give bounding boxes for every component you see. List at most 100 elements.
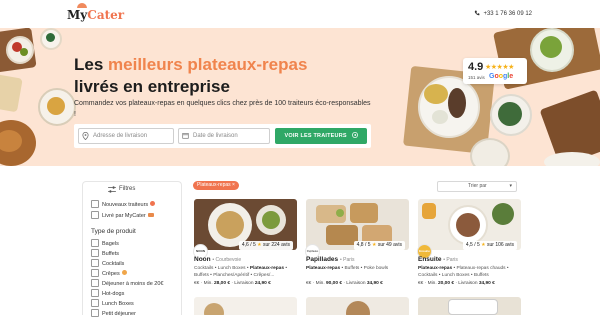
categories-highlight: Plateaux-repas	[249, 266, 285, 271]
star-icon: ★	[371, 242, 377, 248]
caterer-categories: Plateaux-repas • Plateaux-repas chauds •…	[418, 265, 521, 279]
filter-buffets[interactable]: Buffets	[91, 249, 119, 258]
see-caterers-label: VOIR LES TRAITEURS	[284, 133, 347, 139]
caterer-card-partial[interactable]	[418, 297, 521, 315]
food-detail	[336, 209, 344, 217]
filter-label: Cocktails	[102, 261, 125, 267]
checkbox[interactable]	[91, 239, 99, 247]
checkbox[interactable]	[91, 200, 99, 208]
caterer-city: • Paris	[339, 257, 355, 263]
categories-pre: Cocktails • Lunch Boxes •	[194, 266, 250, 271]
checkbox[interactable]	[91, 289, 99, 297]
rating-value: 4,6 / 5	[241, 242, 256, 248]
hero-banner: Les meilleurs plateaux-repas livrés en e…	[0, 28, 600, 166]
mycater-logo[interactable]: MyCater	[67, 3, 124, 22]
delivery-label: Livraison	[346, 281, 366, 286]
sort-select[interactable]: Trier par ▾	[437, 181, 517, 192]
food-detail	[422, 203, 436, 219]
review-count: sur 224 avis	[263, 242, 290, 248]
google-logo: Google	[489, 73, 514, 80]
food-detail	[424, 84, 448, 104]
price-level: €€	[306, 281, 312, 286]
filter-label: Hot-dogs	[102, 291, 125, 297]
checkbox[interactable]	[91, 269, 99, 277]
rating-count: 151 avis	[468, 75, 485, 80]
caterer-card-partial[interactable]	[306, 297, 409, 315]
checkbox[interactable]	[91, 259, 99, 267]
categories-post: • Buffets • Poke bowls	[340, 266, 389, 271]
caterer-city: • Paris	[443, 257, 458, 263]
checkbox[interactable]	[91, 299, 99, 307]
chevron-down-icon: ▾	[509, 183, 512, 189]
address-field[interactable]: Adresse de livraison	[78, 128, 174, 144]
filter-lunch-boxes[interactable]: Lunch Boxes	[91, 299, 134, 308]
min-value: 20,00 €	[438, 281, 455, 286]
checkbox[interactable]	[91, 279, 99, 287]
caterer-rating: 4,6 / 5 ★ sur 224 avis	[238, 241, 293, 250]
hero-subtitle: Commandez vos plateaux-repas en quelques…	[74, 100, 371, 118]
food-detail	[540, 36, 562, 58]
filter-label: Lunch Boxes	[102, 301, 134, 307]
delivery-label: Livraison	[458, 281, 478, 286]
phone-link[interactable]: +33 1 76 36 09 12	[474, 10, 532, 17]
min-value: 90,00 €	[326, 281, 343, 286]
filter-label: Bagels	[102, 241, 119, 247]
active-filter-tag[interactable]: Plateaux-repas ×	[193, 181, 239, 190]
rating-value: 4,5 / 5	[465, 242, 480, 248]
food-detail	[492, 203, 514, 225]
delivery-label: Livraison	[234, 281, 254, 286]
filter-hot-dogs[interactable]: Hot-dogs	[91, 289, 124, 298]
top-bar: MyCater +33 1 76 36 09 12	[0, 0, 600, 28]
food-detail	[204, 303, 224, 315]
phone-icon	[475, 10, 480, 16]
checkbox[interactable]	[91, 309, 99, 317]
filters-title: Filtres	[108, 186, 135, 193]
food-plate-image	[470, 138, 510, 166]
caterer-card-papillades[interactable]: Papillades 4,8 / 5 ★ sur 49 avis Papilla…	[305, 199, 409, 291]
sliders-icon	[108, 186, 116, 193]
caterer-categories: Plateaux-repas • Buffets • Poke bowls	[306, 265, 409, 272]
search-bar: Adresse de livraison Date de livraison V…	[74, 124, 371, 148]
food-detail	[350, 203, 378, 223]
caterer-meta: €€ · Min. 28,00 € · Livraison 24,90 €	[194, 281, 271, 286]
see-caterers-button[interactable]: VOIR LES TRAITEURS	[275, 128, 367, 144]
google-rating-card[interactable]: 4.9 ★★★★★ 151 avis Google	[463, 58, 527, 84]
review-count: sur 49 avis	[377, 242, 402, 248]
food-detail	[346, 301, 370, 315]
filter-new-caterers[interactable]: Nouveaux traiteurs	[91, 200, 156, 209]
filter-delivered-by-mycater[interactable]: Livré par MyCater	[91, 211, 154, 220]
filter-label: Crêpes	[102, 271, 120, 277]
delivery-value: 34,90 €	[478, 281, 495, 286]
food-detail	[432, 110, 448, 124]
checkbox[interactable]	[91, 249, 99, 257]
caterer-card-ensuite[interactable]: Ensuite 4,5 / 5 ★ sur 106 avis Ensuite •…	[417, 199, 521, 291]
filter-cocktails[interactable]: Cocktails	[91, 259, 124, 268]
date-placeholder: Date de livraison	[193, 133, 238, 139]
filter-breakfast[interactable]: Petit déjeuner	[91, 309, 136, 318]
food-detail	[47, 97, 65, 115]
food-detail	[262, 211, 280, 229]
food-detail	[456, 213, 480, 237]
checkbox[interactable]	[91, 211, 99, 219]
food-detail	[20, 48, 28, 56]
filters-sidebar: Filtres Nouveaux traiteurs Livré par MyC…	[82, 181, 182, 318]
location-pin-icon	[82, 132, 89, 140]
truck-icon	[147, 213, 154, 217]
food-detail	[46, 33, 55, 42]
delivery-value: 34,90 €	[366, 281, 383, 286]
filter-crepes[interactable]: Crêpes	[91, 269, 127, 278]
caterer-card-noon[interactable]: NOON 4,6 / 5 ★ sur 224 avis Noon • Courb…	[193, 199, 297, 291]
caterer-name-text: Papillades	[306, 256, 339, 263]
price-level: €€	[418, 281, 424, 286]
filter-bagels[interactable]: Bagels	[91, 239, 119, 248]
caterer-card-partial[interactable]	[194, 297, 297, 315]
address-placeholder: Adresse de livraison	[93, 133, 148, 139]
phone-number: +33 1 76 36 09 12	[483, 11, 532, 17]
caterer-name: Papillades • Paris	[306, 256, 355, 263]
food-detail	[216, 211, 244, 239]
date-field[interactable]: Date de livraison	[178, 128, 270, 144]
caterer-meta: €€ · Min. 20,00 € · Livraison 34,90 €	[418, 281, 495, 286]
review-count: sur 106 avis	[487, 242, 514, 248]
categories-highlight: Plateaux-repas	[306, 266, 341, 271]
filter-lunch-under-20[interactable]: Déjeuner à moins de 20€	[91, 279, 163, 288]
